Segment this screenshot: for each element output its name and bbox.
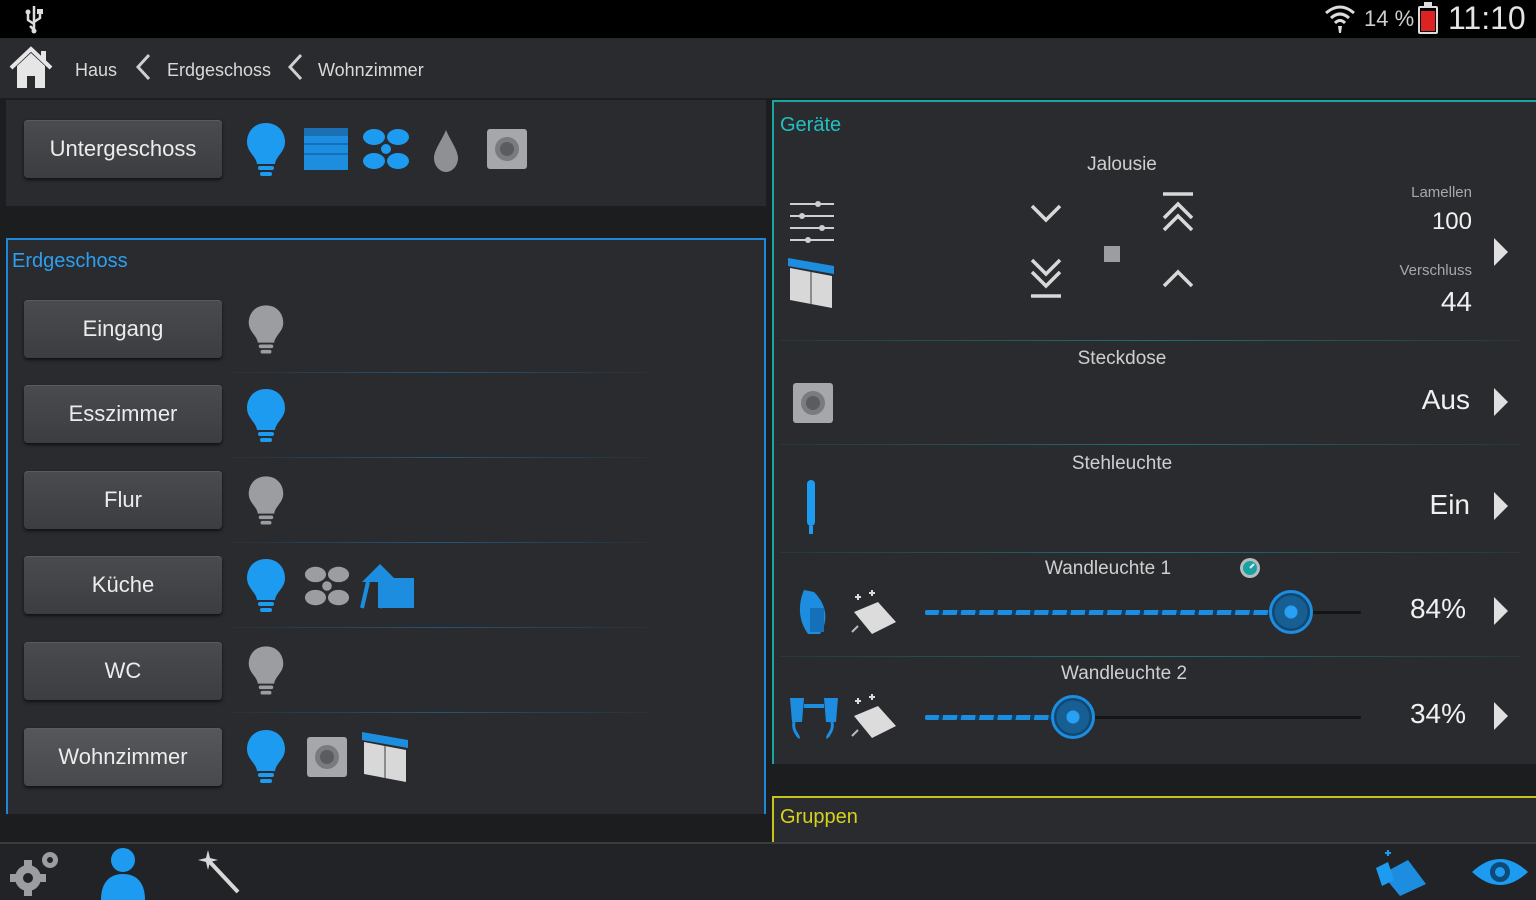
breadcrumb-bar: Haus Erdgeschoss Wohnzimmer: [0, 38, 1536, 98]
room-button-untergeschoss[interactable]: Untergeschoss: [24, 120, 222, 178]
device-divider: [780, 552, 1520, 553]
double-chevron-down-bar-icon[interactable]: [1028, 256, 1064, 302]
blind-icon: [788, 258, 834, 308]
wifi-icon: [1325, 5, 1355, 33]
section-title-gruppen: Gruppen: [780, 806, 858, 828]
user-icon[interactable]: [98, 844, 148, 900]
wall-lamps-icon[interactable]: [786, 692, 842, 740]
blind-icon: [362, 732, 408, 782]
socket-icon[interactable]: [792, 382, 834, 424]
light-bulb-on-icon: [247, 123, 285, 176]
fan-icon: [363, 129, 409, 169]
device-title-stehleuchte: Stehleuchte: [1071, 453, 1173, 474]
blind-awning-icon: [360, 564, 414, 609]
light-bulb-off-icon: [248, 305, 284, 354]
room-divider: [230, 712, 650, 713]
floor-lamp-icon[interactable]: [802, 478, 820, 536]
wandleuchte-2-slider-thumb[interactable]: [1051, 695, 1096, 739]
room-button-wc[interactable]: WC: [24, 642, 222, 700]
wandleuchte-2-details-arrow[interactable]: [1494, 702, 1508, 730]
section-title-erdgeschoss: Erdgeschoss: [12, 250, 128, 272]
home-icon[interactable]: [8, 46, 54, 90]
room-button-eingang[interactable]: Eingang: [24, 300, 222, 358]
steckdose-details-arrow[interactable]: [1494, 388, 1508, 416]
water-drop-icon: [434, 130, 458, 172]
stehleuchte-state: Ein: [1429, 489, 1470, 520]
usb-icon: [25, 6, 43, 34]
gruppen-panel: [772, 796, 1536, 842]
wandleuchte-1-value: 84%: [1409, 593, 1466, 624]
breadcrumb-erdgeschoss[interactable]: Erdgeschoss: [167, 60, 271, 81]
chevron-down-icon[interactable]: [1028, 200, 1064, 226]
section-title-geraete: Geräte: [780, 114, 842, 136]
fan-icon: [304, 566, 350, 606]
breadcrumb-wohnzimmer[interactable]: Wohnzimmer: [318, 60, 424, 81]
device-divider: [780, 340, 1520, 341]
room-button-wohnzimmer[interactable]: Wohnzimmer: [24, 728, 222, 786]
battery-percent: 14 %: [1364, 6, 1415, 31]
verschluss-label: Verschluss: [1399, 262, 1472, 279]
device-title-steckdose: Steckdose: [1077, 348, 1167, 369]
battery-icon: [1418, 2, 1438, 34]
chevron-left-icon: [135, 53, 151, 81]
device-title-wandleuchte-1: Wandleuchte 1: [1044, 558, 1172, 579]
status-bar: 14 % 11:10: [0, 0, 1536, 38]
clock: 11:10: [1448, 0, 1526, 36]
device-title-wandleuchte-2: Wandleuchte 2: [1060, 663, 1188, 684]
room-divider: [230, 457, 650, 458]
socket-icon: [487, 129, 527, 169]
double-chevron-up-bar-icon[interactable]: [1160, 190, 1196, 236]
light-bulb-on-icon: [247, 389, 285, 442]
wandleuchte-1-slider-thumb[interactable]: [1269, 590, 1314, 634]
lamellen-label: Lamellen: [1411, 184, 1472, 201]
jalousie-details-arrow[interactable]: [1494, 238, 1508, 266]
verschluss-value: 44: [1440, 286, 1472, 317]
room-button-esszimmer[interactable]: Esszimmer: [24, 385, 222, 443]
device-title-jalousie: Jalousie: [1087, 154, 1157, 175]
room-divider: [230, 372, 650, 373]
wall-lamp-icon[interactable]: [794, 586, 834, 640]
timer-icon: [1240, 558, 1260, 578]
dimmer-hand-icon[interactable]: [848, 588, 900, 638]
eye-icon[interactable]: [1470, 852, 1530, 892]
room-button-flur[interactable]: Flur: [24, 471, 222, 529]
wandleuchte-2-value: 34%: [1409, 698, 1466, 729]
wandleuchte-1-slider-fill: [925, 610, 1292, 615]
magic-wand-icon[interactable]: [196, 848, 244, 896]
sliders-settings-icon[interactable]: [788, 198, 836, 246]
dimmer-hand-icon[interactable]: [848, 692, 900, 742]
room-divider: [230, 627, 650, 628]
device-divider: [780, 444, 1520, 445]
settings-gear-icon[interactable]: [8, 848, 62, 898]
room-divider: [230, 542, 650, 543]
room-button-kueche[interactable]: Küche: [24, 556, 222, 614]
wandleuchte-1-details-arrow[interactable]: [1494, 597, 1508, 625]
breadcrumb-haus[interactable]: Haus: [75, 60, 117, 81]
socket-icon: [307, 737, 347, 777]
light-bulb-on-icon: [247, 730, 285, 783]
light-bulb-off-icon: [248, 476, 284, 525]
device-divider: [780, 656, 1520, 657]
steckdose-state: Aus: [1421, 384, 1470, 415]
stehleuchte-details-arrow[interactable]: [1494, 492, 1508, 520]
stop-icon[interactable]: [1104, 246, 1120, 262]
blind-icon: [304, 128, 348, 170]
chevron-left-icon: [287, 53, 303, 81]
lamellen-value: 100: [1431, 208, 1472, 235]
light-bulb-off-icon: [248, 646, 284, 695]
hand-device-icon[interactable]: [1374, 846, 1430, 898]
chevron-up-icon[interactable]: [1160, 266, 1196, 292]
light-bulb-on-icon: [247, 559, 285, 612]
